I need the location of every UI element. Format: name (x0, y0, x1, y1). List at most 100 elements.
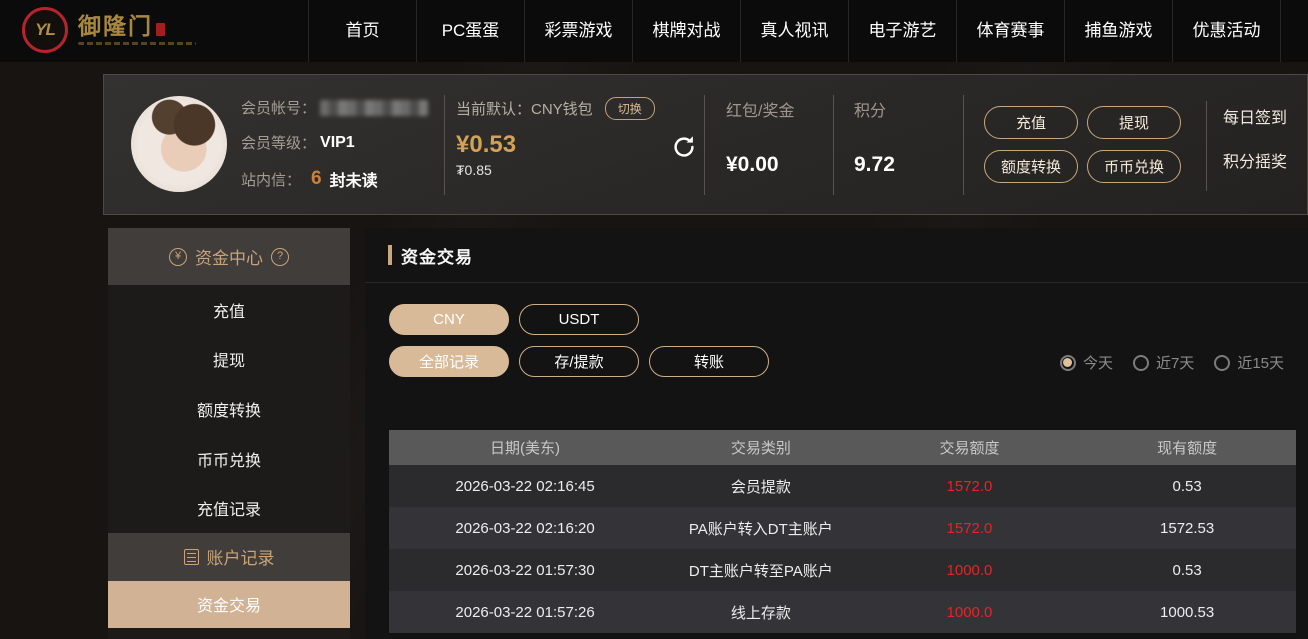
wallet-switch-button[interactable]: 切换 (604, 97, 655, 120)
radio-label: 近7天 (1155, 355, 1195, 372)
sidebar-funds-items: 充值 提现 额度转换 币币兑换 充值记录 (108, 285, 350, 533)
level-value: VIP1 (320, 133, 355, 151)
currency-tab[interactable]: USDT (519, 304, 639, 335)
page-background: YL 御隆门 首页 PC蛋蛋 彩票游戏 棋牌对战 真人视讯 电子游艺 体育赛事 … (0, 0, 1308, 639)
nav-item[interactable]: PC蛋蛋 (416, 0, 524, 62)
table-row[interactable]: 2026-03-22 02:16:45 会员提款 1572.0 0.53 (389, 465, 1296, 507)
wallet-action-button[interactable]: 额度转换 (984, 150, 1078, 183)
nav-item[interactable]: 棋牌对战 (632, 0, 740, 62)
top-navbar: YL 御隆门 首页 PC蛋蛋 彩票游戏 棋牌对战 真人视讯 电子游艺 体育赛事 … (0, 0, 1308, 62)
record-type-tab[interactable]: 全部记录 (389, 346, 509, 377)
transactions-table: 日期(美东) 交易类别 交易额度 现有额度 2026-03-22 02:16:4… (389, 430, 1296, 633)
cell-balance: 0.53 (1172, 477, 1202, 495)
bonus-value: ¥0.00 (726, 153, 779, 176)
sidebar-section-records: 账户记录 (108, 532, 350, 581)
user-info-panel: 会员帐号： 会员等级： VIP1 站内信： 6 封未读 当前默认： CNY钱包 … (103, 74, 1308, 215)
cell-balance: 0.53 (1172, 561, 1202, 579)
sidebar-item[interactable]: 币币兑换 (108, 433, 350, 484)
wallet-action-button[interactable]: 币币兑换 (1087, 150, 1181, 183)
quick-link[interactable]: 积分摇奖 (1223, 148, 1287, 172)
funds-section-title: 资金中心 (195, 249, 263, 268)
sidebar-item-funds-transactions[interactable]: 资金交易 (108, 580, 350, 628)
main-panel: 资金交易 CNY USDT 全部记录 存/提款 转账 今天 近7天 近15天 日… (365, 228, 1308, 639)
record-type-tab[interactable]: 转账 (649, 346, 769, 377)
divider (963, 95, 964, 195)
table-body: 2026-03-22 02:16:45 会员提款 1572.0 0.53 202… (389, 465, 1296, 633)
cell-type: 会员提款 (730, 478, 791, 496)
wallet-balance-cny: ¥0.53 (456, 131, 517, 158)
divider (833, 95, 834, 195)
radio-icon (1214, 354, 1231, 371)
nav-item[interactable]: 捕鱼游戏 (1064, 0, 1172, 62)
date-filter-radio[interactable]: 今天 (1059, 352, 1113, 373)
inbox-unread-count[interactable]: 6 (311, 168, 322, 190)
cell-type: DT主账户转至PA账户 (688, 562, 833, 580)
wallet-action-buttons: 充值 提现 额度转换 币币兑换 (984, 106, 1181, 183)
cell-amount: 1000.0 (946, 561, 993, 579)
date-filter-radio[interactable]: 近7天 (1132, 352, 1195, 373)
record-type-tab[interactable]: 存/提款 (519, 346, 639, 377)
cell-date: 2026-03-22 01:57:30 (455, 561, 595, 579)
radio-label: 今天 (1082, 355, 1113, 372)
cell-balance: 1000.53 (1160, 603, 1215, 621)
nav-item[interactable]: 优惠活动 (1172, 0, 1280, 62)
currency-tabs: CNY USDT (389, 304, 639, 335)
wallet-action-button[interactable]: 提现 (1087, 106, 1181, 139)
table-header-cell: 交易类别 (730, 440, 791, 457)
title-accent-bar (388, 245, 392, 265)
cell-amount: 1572.0 (946, 477, 993, 495)
inbox-label: 站内信： (241, 171, 302, 189)
account-label: 会员帐号： (241, 100, 317, 117)
help-icon[interactable]: ? (271, 247, 289, 266)
cell-type: 线上存款 (730, 604, 791, 622)
table-header-cell: 现有额度 (1157, 440, 1218, 457)
sidebar-section-funds: ¥ 资金中心 ? (108, 228, 350, 285)
records-section-title: 账户记录 (206, 549, 275, 569)
quick-link[interactable]: 每日签到 (1223, 104, 1287, 128)
table-row[interactable]: 2026-03-22 01:57:30 DT主账户转至PA账户 1000.0 0… (389, 549, 1296, 591)
wallet-default-label: 当前默认： (456, 101, 532, 118)
radio-icon (1132, 354, 1149, 371)
sidebar: ¥ 资金中心 ? 充值 提现 额度转换 币币兑换 充值记录 账户记录 资金交易 (108, 228, 350, 639)
member-account-redacted (320, 99, 429, 116)
nav-item[interactable]: 彩票游戏 (524, 0, 632, 62)
table-header-row: 日期(美东) 交易类别 交易额度 现有额度 (389, 430, 1296, 465)
table-row[interactable]: 2026-03-22 01:57:26 线上存款 1000.0 1000.53 (389, 591, 1296, 633)
logo-monogram: YL (35, 20, 56, 39)
wallet-action-button[interactable]: 充值 (984, 106, 1078, 139)
cell-balance: 1572.53 (1160, 519, 1215, 537)
logo-text: 御隆门 (78, 13, 153, 39)
divider (444, 95, 445, 195)
nav-item[interactable]: A (1280, 0, 1308, 62)
date-filter-group: 今天 近7天 近15天 (1059, 352, 1284, 373)
nav-item[interactable]: 体育赛事 (956, 0, 1064, 62)
sidebar-item[interactable]: 提现 (108, 334, 350, 385)
nav-item[interactable]: 电子游艺 (848, 0, 956, 62)
points-label: 积分 (854, 103, 887, 120)
record-type-tabs: 全部记录 存/提款 转账 (389, 346, 769, 377)
refresh-balance-icon[interactable] (669, 133, 699, 163)
radio-icon (1059, 354, 1076, 371)
inbox-suffix[interactable]: 封未读 (330, 167, 378, 191)
divider (704, 95, 705, 195)
divider (1206, 101, 1207, 191)
logo-tagline (78, 42, 196, 45)
currency-tab[interactable]: CNY (389, 304, 509, 335)
avatar[interactable] (131, 96, 227, 192)
quick-links: 每日签到 积分摇奖 (1223, 104, 1287, 172)
nav-item[interactable]: 首页 (308, 0, 416, 62)
sidebar-item[interactable]: 充值 (108, 285, 350, 335)
logo-seal-icon (156, 23, 165, 36)
date-filter-radio[interactable]: 近15天 (1214, 352, 1284, 373)
nav-item[interactable]: 真人视讯 (740, 0, 848, 62)
sidebar-item[interactable]: 充值记录 (108, 483, 350, 533)
sidebar-item[interactable]: 额度转换 (108, 384, 350, 434)
table-row[interactable]: 2026-03-22 02:16:20 PA账户转入DT主账户 1572.0 1… (389, 507, 1296, 549)
table-header-cell: 日期(美东) (490, 440, 561, 457)
site-logo[interactable]: YL 御隆门 (22, 7, 196, 53)
bonus-label: 红包/奖金 (726, 103, 795, 120)
radio-label: 近15天 (1237, 355, 1284, 372)
logo-ring-icon: YL (22, 7, 68, 53)
cell-amount: 1572.0 (946, 519, 993, 537)
coin-icon: ¥ (169, 247, 187, 266)
